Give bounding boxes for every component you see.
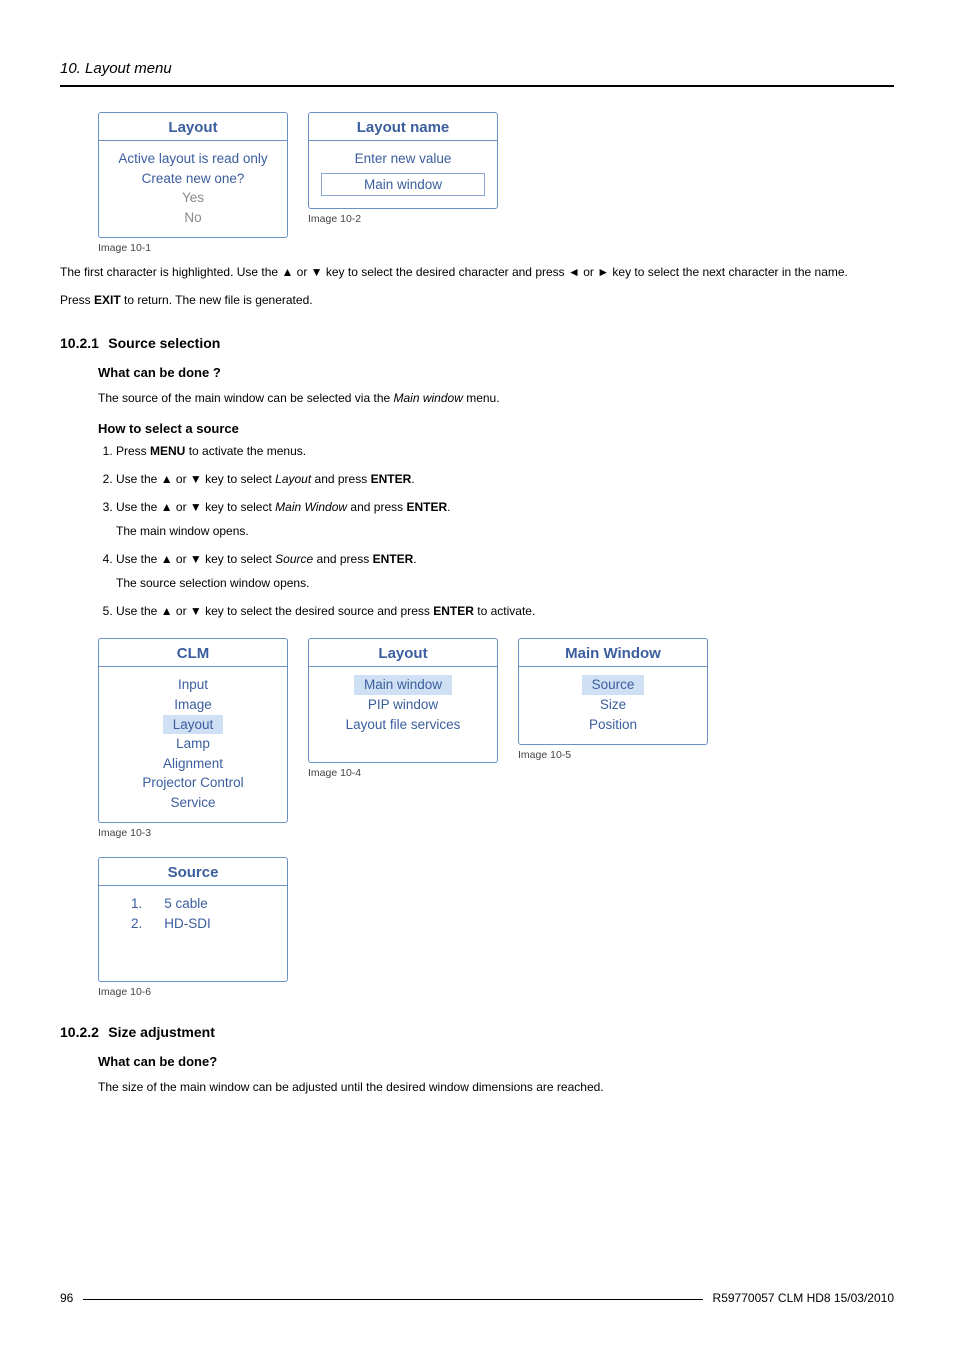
page-number: 96 xyxy=(60,1291,73,1305)
menu-key: EXIT xyxy=(94,293,121,307)
step: Press MENU to activate the menus. xyxy=(116,442,894,460)
section-heading: 10.2.1 Source selection xyxy=(60,335,894,351)
text: Use the ▲ or ▼ key to select xyxy=(116,472,275,486)
menu-key: ENTER xyxy=(373,552,414,566)
osd-title: Layout xyxy=(309,639,497,667)
step-note: The main window opens. xyxy=(116,522,894,540)
text: and press xyxy=(313,552,372,566)
italic-term: Source xyxy=(275,552,313,566)
osd-item: Position xyxy=(525,715,701,735)
header-rule xyxy=(60,85,894,87)
step: Use the ▲ or ▼ key to select Source and … xyxy=(116,550,894,592)
osd-image-10-6: Source 1. 5 cable 2. HD-SDI Image 10-6 xyxy=(98,857,288,998)
osd-item: Size xyxy=(525,695,701,715)
osd-item: Input xyxy=(105,675,281,695)
osd-row-3: Source 1. 5 cable 2. HD-SDI Image 10-6 xyxy=(98,857,894,998)
paragraph: Press EXIT to return. The new file is ge… xyxy=(60,292,894,309)
paragraph: The first character is highlighted. Use … xyxy=(60,264,894,281)
text: The source of the main window can be sel… xyxy=(98,391,394,405)
figure-caption: Image 10-2 xyxy=(308,213,498,225)
doc-id-date: R59770057 CLM HD8 15/03/2010 xyxy=(713,1291,894,1305)
section-title: Source selection xyxy=(108,335,220,351)
italic-term: Main Window xyxy=(275,500,347,514)
section-number: 10.2.2 xyxy=(60,1024,99,1040)
figure-caption: Image 10-4 xyxy=(308,767,498,779)
italic-term: Layout xyxy=(275,472,311,486)
osd-title: Main Window xyxy=(519,639,707,667)
osd-item: Alignment xyxy=(105,754,281,774)
step: Use the ▲ or ▼ key to select the desired… xyxy=(116,602,894,620)
source-number: 2. xyxy=(131,914,142,934)
osd-item: Layout file services xyxy=(315,715,491,735)
osd-item: PIP window xyxy=(315,695,491,715)
text: Press xyxy=(60,293,94,307)
osd-text: Active layout is read only xyxy=(105,149,281,169)
menu-key: ENTER xyxy=(433,604,474,618)
header-chapter-title: 10. Layout menu xyxy=(60,60,894,85)
sub-heading: What can be done ? xyxy=(98,365,894,380)
section-heading: 10.2.2 Size adjustment xyxy=(60,1024,894,1040)
osd-option-no: No xyxy=(105,208,281,228)
text: Press xyxy=(116,444,150,458)
source-number: 1. xyxy=(131,894,142,914)
figure-caption: Image 10-5 xyxy=(518,749,708,761)
paragraph: The source of the main window can be sel… xyxy=(98,390,894,407)
osd-item: Lamp xyxy=(105,734,281,754)
step: Use the ▲ or ▼ key to select Main Window… xyxy=(116,498,894,540)
osd-title: Layout name xyxy=(309,113,497,141)
osd-row-1: Layout Active layout is read only Create… xyxy=(98,112,894,254)
text: Use the ▲ or ▼ key to select xyxy=(116,500,275,514)
menu-key: ENTER xyxy=(406,500,447,514)
figure-caption: Image 10-1 xyxy=(98,242,288,254)
text: . xyxy=(447,500,450,514)
osd-text: Enter new value xyxy=(315,149,491,169)
text: and press xyxy=(347,500,406,514)
osd-image-10-1: Layout Active layout is read only Create… xyxy=(98,112,288,254)
osd-item: Service xyxy=(105,793,281,813)
text: Use the ▲ or ▼ key to select the desired… xyxy=(116,604,433,618)
figure-caption: Image 10-3 xyxy=(98,827,288,839)
sub-heading: How to select a source xyxy=(98,421,894,436)
osd-item: Projector Control xyxy=(105,773,281,793)
text: to activate the menus. xyxy=(185,444,306,458)
step-note: The source selection window opens. xyxy=(116,574,894,592)
osd-image-10-4: Layout Main window PIP window Layout fil… xyxy=(308,638,498,779)
paragraph: The size of the main window can be adjus… xyxy=(98,1079,894,1096)
text: . xyxy=(411,472,414,486)
italic-term: Main window xyxy=(394,391,463,405)
text: to activate. xyxy=(474,604,535,618)
source-name: HD-SDI xyxy=(164,914,211,934)
text: . xyxy=(413,552,416,566)
text: menu. xyxy=(463,391,500,405)
osd-image-10-2: Layout name Enter new value Main window … xyxy=(308,112,498,225)
text: to return. The new file is generated. xyxy=(121,293,313,307)
menu-key: MENU xyxy=(150,444,185,458)
osd-item-selected: Source xyxy=(582,675,645,695)
section-number: 10.2.1 xyxy=(60,335,99,351)
osd-option-yes: Yes xyxy=(105,188,281,208)
figure-caption: Image 10-6 xyxy=(98,986,288,998)
menu-key: ENTER xyxy=(371,472,412,486)
osd-input-value: Main window xyxy=(321,173,485,197)
text: and press xyxy=(311,472,370,486)
sub-heading: What can be done? xyxy=(98,1054,894,1069)
page-footer: 96 R59770057 CLM HD8 15/03/2010 xyxy=(60,1289,894,1305)
osd-title: Layout xyxy=(99,113,287,141)
osd-row-2: CLM Input Image Layout Lamp Alignment Pr… xyxy=(98,638,894,839)
osd-item-selected: Main window xyxy=(354,675,452,695)
osd-item: Image xyxy=(105,695,281,715)
osd-title: CLM xyxy=(99,639,287,667)
osd-title: Source xyxy=(99,858,287,886)
section-title: Size adjustment xyxy=(108,1024,215,1040)
page: 10. Layout menu Layout Active layout is … xyxy=(0,0,954,1350)
source-name: 5 cable xyxy=(164,894,208,914)
ordered-steps: Press MENU to activate the menus. Use th… xyxy=(98,442,894,620)
text: Use the ▲ or ▼ key to select xyxy=(116,552,275,566)
step: Use the ▲ or ▼ key to select Layout and … xyxy=(116,470,894,488)
osd-image-10-3: CLM Input Image Layout Lamp Alignment Pr… xyxy=(98,638,288,839)
osd-image-10-5: Main Window Source Size Position Image 1… xyxy=(518,638,708,761)
osd-text: Create new one? xyxy=(105,169,281,189)
osd-item-selected: Layout xyxy=(163,715,224,735)
